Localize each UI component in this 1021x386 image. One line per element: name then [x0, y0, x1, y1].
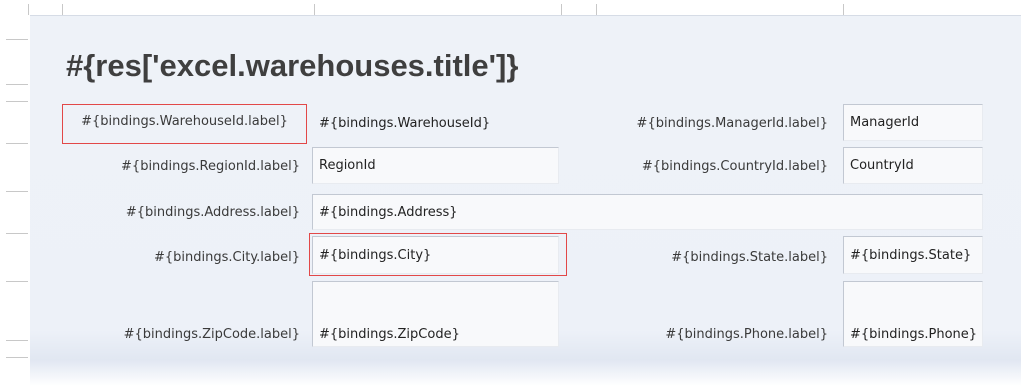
city-label[interactable]: #{bindings.City.label} — [60, 250, 300, 266]
row-divider — [6, 340, 28, 341]
address-field[interactable]: #{bindings.Address} — [312, 194, 983, 230]
row-divider — [6, 143, 28, 144]
state-field[interactable]: #{bindings.State} — [843, 236, 983, 274]
column-header-strip — [0, 0, 1021, 15]
row-divider — [6, 84, 28, 85]
sheet-title[interactable]: #{res['excel.warehouses.title']} — [66, 46, 518, 86]
selected-cell-highlight — [309, 233, 567, 276]
column-divider — [843, 4, 844, 15]
row-divider — [6, 191, 28, 192]
row-gutter — [0, 15, 28, 385]
column-divider — [596, 4, 597, 15]
manager-id-field[interactable]: ManagerId — [843, 104, 983, 141]
phone-field[interactable]: #{bindings.Phone} — [843, 281, 983, 347]
row-divider — [6, 357, 28, 358]
state-label[interactable]: #{bindings.State.label} — [580, 250, 828, 266]
zipcode-label[interactable]: #{bindings.ZipCode.label} — [60, 327, 300, 343]
column-divider — [28, 4, 29, 15]
column-divider — [561, 4, 562, 15]
row-divider — [6, 233, 28, 234]
region-id-field[interactable]: RegionId — [312, 147, 559, 184]
country-id-label[interactable]: #{bindings.CountryId.label} — [580, 159, 828, 175]
selected-cell-highlight — [62, 104, 307, 144]
column-divider — [314, 4, 315, 15]
manager-id-label[interactable]: #{bindings.ManagerId.label} — [580, 116, 828, 132]
address-label[interactable]: #{bindings.Address.label} — [60, 205, 300, 221]
zipcode-field[interactable]: #{bindings.ZipCode} — [312, 281, 559, 347]
country-id-field[interactable]: CountryId — [843, 147, 983, 184]
region-id-label[interactable]: #{bindings.RegionId.label} — [60, 159, 300, 175]
column-divider — [62, 4, 63, 15]
phone-label[interactable]: #{bindings.Phone.label} — [580, 327, 828, 343]
warehouse-id-value[interactable]: #{bindings.WarehouseId} — [319, 116, 490, 132]
row-divider — [6, 281, 28, 282]
row-divider — [6, 101, 28, 102]
row-divider — [6, 39, 28, 40]
